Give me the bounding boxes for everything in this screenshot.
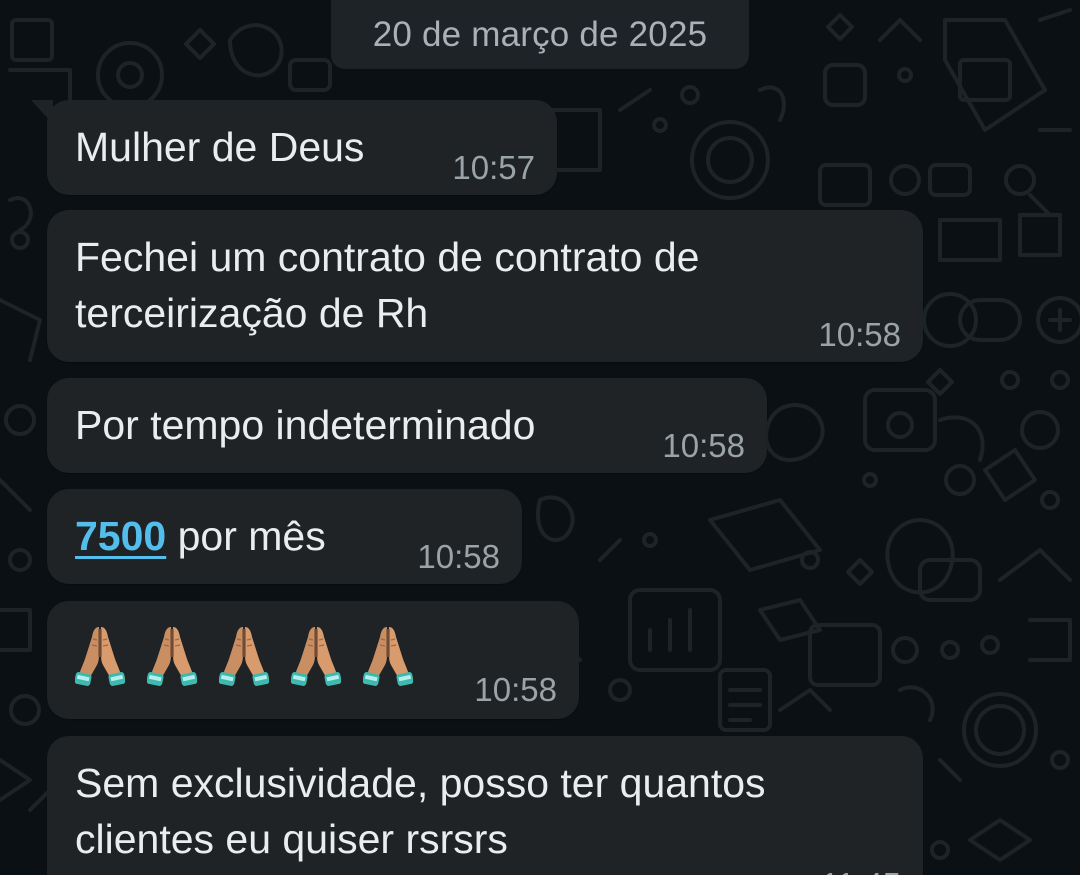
message-text: 7500 por mês <box>75 508 326 564</box>
folded-hands-icon <box>291 627 341 686</box>
folded-hands-icon <box>363 627 413 686</box>
message-timestamp: 10:58 <box>818 316 901 353</box>
message-text-line: Sem exclusividade, posso ter quantos <box>75 760 766 806</box>
message-timestamp: 10:58 <box>417 538 500 575</box>
date-separator: 20 de março de 2025 <box>331 0 749 69</box>
emoji-row <box>75 623 413 687</box>
message-timestamp: 10:58 <box>662 427 745 464</box>
chat-conversation-area[interactable]: 20 de março de 2025 Mulher de Deus 10:57… <box>0 0 1080 875</box>
message-timestamp: 10:58 <box>474 671 557 708</box>
folded-hands-icon <box>219 627 269 686</box>
folded-hands-icon <box>75 627 125 686</box>
message-bubble-emoji[interactable]: 10:58 <box>47 601 579 719</box>
message-bubble[interactable]: Mulher de Deus 10:57 <box>31 100 557 195</box>
message-text-line: terceirização de Rh <box>75 290 429 336</box>
message-text-line: Fechei um contrato de contrato de <box>75 234 700 280</box>
message-bubble[interactable]: Por tempo indeterminado 10:58 <box>47 378 767 473</box>
message-timestamp: 11:45 <box>821 866 901 875</box>
message-text-suffix: por mês <box>166 513 326 559</box>
message-bubble[interactable]: Sem exclusividade, posso ter quantos cli… <box>47 736 923 875</box>
message-timestamp: 10:57 <box>452 149 535 186</box>
message-bubble[interactable]: Fechei um contrato de contrato de tercei… <box>47 210 923 362</box>
phone-number-link[interactable]: 7500 <box>75 513 166 559</box>
message-bubble[interactable]: 7500 por mês 10:58 <box>47 489 522 584</box>
message-text-line: clientes eu quiser rsrsrs <box>75 816 508 862</box>
folded-hands-icon <box>147 627 197 686</box>
message-text: Mulher de Deus <box>75 124 365 170</box>
message-text: Por tempo indeterminado <box>75 402 536 448</box>
bubble-tail <box>31 100 53 124</box>
